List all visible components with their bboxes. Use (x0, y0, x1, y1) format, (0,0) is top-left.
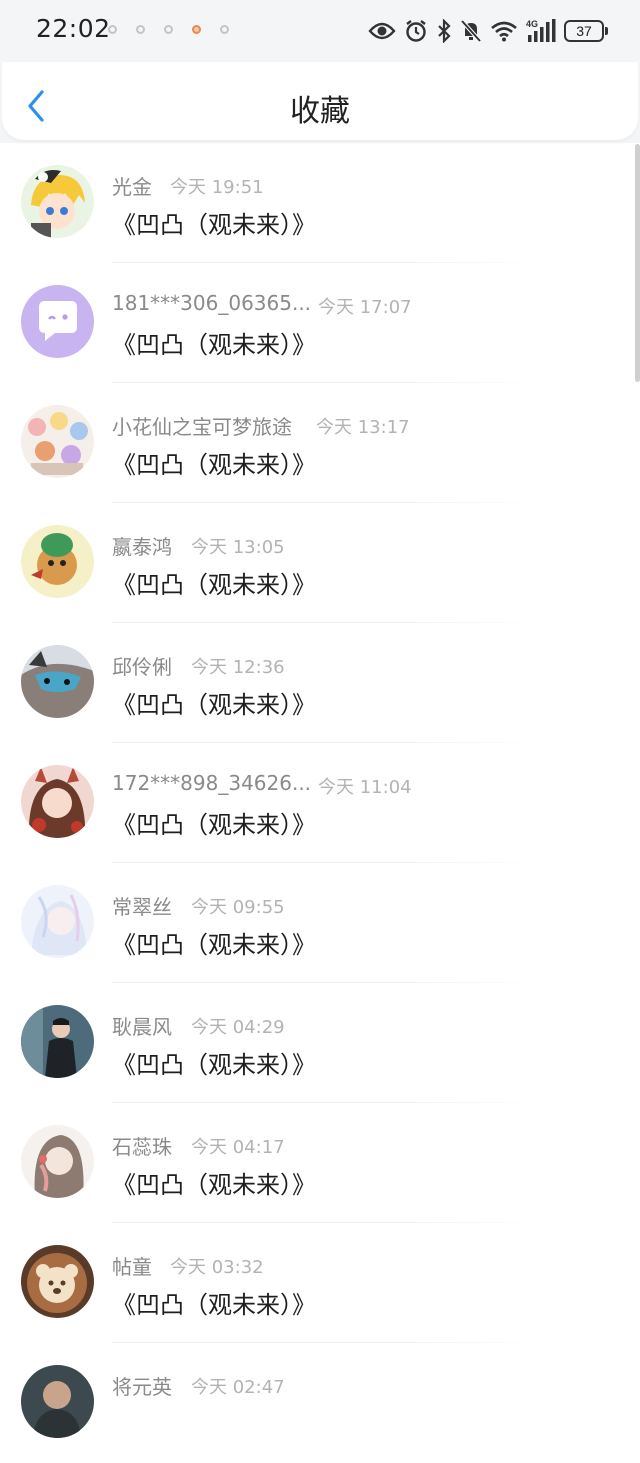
avatar[interactable] (21, 1005, 94, 1078)
eye-icon (368, 22, 396, 40)
timestamp: 今天 13:17 (316, 417, 410, 438)
notification-dot-icon (192, 25, 201, 34)
favorite-content: 《凹凸（观未来）》 (112, 331, 316, 359)
sender-name: 将元英 (112, 1375, 172, 1399)
signal-4g-icon: 4G (526, 19, 556, 42)
page-title: 收藏 (290, 94, 350, 129)
battery-level: 37 (576, 23, 592, 39)
timestamp: 今天 04:17 (191, 1137, 285, 1158)
notification-dot-icon (164, 25, 173, 34)
favorite-content: 《凹凸（观未来）》 (112, 1291, 316, 1319)
status-time: 22:02 (36, 14, 111, 43)
favorite-item[interactable]: 常翠丝 今天 09:55 《凹凸（观未来）》 (0, 863, 640, 983)
favorite-content: 《凹凸（观未来）》 (112, 931, 316, 959)
timestamp: 今天 09:55 (191, 897, 285, 918)
timestamp: 今天 04:29 (191, 1017, 285, 1038)
favorite-item[interactable]: 邱伶俐 今天 12:36 《凹凸（观未来）》 (0, 623, 640, 743)
nav-bar: 收藏 (2, 62, 638, 140)
favorite-item[interactable]: 石蕊珠 今天 04:17 《凹凸（观未来）》 (0, 1103, 640, 1223)
favorite-item[interactable]: 帖童 今天 03:32 《凹凸（观未来）》 (0, 1223, 640, 1343)
sender-name: 嬴泰鸿 (112, 535, 172, 559)
avatar[interactable] (21, 525, 94, 598)
sender-name: 光金 (112, 175, 152, 199)
sender-name: 帖童 (112, 1255, 152, 1279)
timestamp: 今天 02:47 (191, 1377, 285, 1398)
sender-name: 邱伶俐 (112, 655, 172, 679)
mute-icon (460, 19, 482, 43)
sender-name: 172***898_34626... (112, 771, 312, 795)
notification-dot-icon (136, 25, 145, 34)
favorite-content: 《凹凸（观未来）》 (112, 451, 316, 479)
timestamp: 今天 03:32 (170, 1257, 264, 1278)
favorite-content: 《凹凸（观未来）》 (112, 811, 316, 839)
sender-name: 181***306_06365... (112, 291, 312, 315)
favorite-content: 《凹凸（观未来）》 (112, 571, 316, 599)
favorite-content: 《凹凸（观未来）》 (112, 691, 316, 719)
avatar[interactable] (21, 885, 94, 958)
avatar[interactable] (21, 405, 94, 478)
avatar[interactable] (21, 1245, 94, 1318)
favorite-item[interactable]: 172***898_34626... 今天 11:04 《凹凸（观未来）》 (0, 743, 640, 863)
notification-dots (108, 25, 229, 34)
sender-name: 小花仙之宝可梦旅途 (112, 415, 292, 439)
favorites-list: 光金 今天 19:51 《凹凸（观未来）》 181***306_06365...… (0, 143, 640, 1463)
avatar[interactable] (21, 1125, 94, 1198)
favorite-content: 《凹凸（观未来）》 (112, 1171, 316, 1199)
notification-dot-icon (220, 25, 229, 34)
timestamp: 今天 12:36 (191, 657, 285, 678)
timestamp: 今天 11:04 (318, 777, 412, 798)
favorite-content: 《凹凸（观未来）》 (112, 1051, 316, 1079)
svg-text:4G: 4G (526, 19, 538, 29)
favorite-content: 《凹凸（观未来）》 (112, 211, 316, 239)
avatar[interactable] (21, 1365, 94, 1438)
avatar[interactable] (21, 765, 94, 838)
favorite-item[interactable]: 耿晨风 今天 04:29 《凹凸（观未来）》 (0, 983, 640, 1103)
timestamp: 今天 17:07 (318, 297, 412, 318)
battery-icon: 37 (564, 20, 608, 42)
timestamp: 今天 13:05 (191, 537, 285, 558)
favorite-item[interactable]: 将元英 今天 02:47 (0, 1343, 640, 1463)
alarm-icon (406, 20, 426, 42)
favorite-item[interactable]: 181***306_06365... 今天 17:07 《凹凸（观未来）》 (0, 263, 640, 383)
sender-name: 耿晨风 (112, 1015, 172, 1039)
wifi-icon (491, 21, 517, 42)
status-icons: 4G 37 (368, 14, 608, 48)
timestamp: 今天 19:51 (170, 177, 264, 198)
avatar[interactable] (21, 165, 94, 238)
sender-name: 石蕊珠 (112, 1135, 172, 1159)
avatar[interactable] (21, 285, 94, 358)
sender-name: 常翠丝 (112, 895, 172, 919)
bluetooth-icon (438, 19, 451, 43)
favorite-item[interactable]: 小花仙之宝可梦旅途 今天 13:17 《凹凸（观未来）》 (0, 383, 640, 503)
favorite-item[interactable]: 光金 今天 19:51 《凹凸（观未来）》 (0, 143, 640, 263)
status-bar: 22:02 4G 37 (0, 0, 640, 62)
notification-dot-icon (108, 25, 117, 34)
avatar[interactable] (21, 645, 94, 718)
favorite-item[interactable]: 嬴泰鸿 今天 13:05 《凹凸（观未来）》 (0, 503, 640, 623)
